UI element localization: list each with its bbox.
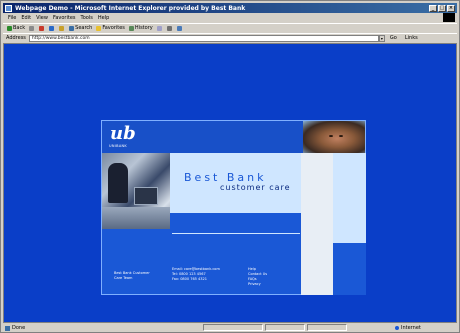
status-cell	[265, 324, 305, 331]
back-arrow-icon	[7, 25, 12, 31]
menu-view[interactable]: View	[36, 15, 48, 21]
status-cell	[307, 324, 347, 331]
footer-link-privacy[interactable]: Privacy	[248, 282, 267, 287]
status-progress-cell	[203, 324, 263, 331]
search-icon	[69, 25, 75, 31]
back-button[interactable]: Back	[7, 25, 25, 31]
home-button[interactable]	[59, 25, 65, 31]
page-icon	[5, 325, 10, 331]
star-icon	[96, 25, 102, 31]
history-icon	[128, 25, 134, 31]
print-button[interactable]	[166, 25, 173, 31]
footer-team-line: Care Team	[114, 276, 133, 280]
close-button[interactable]: ×	[447, 4, 455, 12]
back-label: Back	[13, 25, 26, 31]
zone-label: Internet	[401, 324, 421, 331]
divider	[172, 233, 300, 234]
footer-team: Best Bank Customer Care Team	[114, 271, 150, 281]
links-button[interactable]: Links	[405, 35, 418, 41]
toolbar: Back Search Favorites History	[3, 23, 457, 32]
mail-icon	[156, 25, 162, 31]
history-label: History	[134, 25, 153, 31]
globe-icon	[395, 325, 399, 330]
customer-photo	[303, 121, 365, 153]
menu-tools[interactable]: Tools	[81, 15, 93, 21]
right-strip-lower	[333, 243, 366, 295]
subheadline: customer care	[220, 183, 291, 192]
right-strip	[333, 153, 366, 243]
maximize-button[interactable]: □	[438, 4, 446, 12]
ie-icon	[5, 4, 12, 12]
footer-links: Help Contact Us FAQs Privacy	[248, 267, 267, 287]
menu-file[interactable]: File	[8, 15, 16, 21]
title-bar[interactable]: Webpage Demo - Microsoft Internet Explor…	[3, 3, 457, 13]
forward-arrow-icon	[29, 25, 35, 31]
photo-detail	[329, 135, 333, 137]
forward-button[interactable]	[29, 25, 35, 31]
status-bar: Done Internet	[3, 324, 457, 332]
browser-window: Webpage Demo - Microsoft Internet Explor…	[0, 0, 460, 333]
favorites-button[interactable]: Favorites	[96, 25, 125, 31]
search-button[interactable]: Search	[69, 25, 92, 31]
edit-icon	[176, 25, 182, 31]
stop-icon	[39, 25, 45, 31]
desk-figure	[102, 207, 170, 229]
menu-edit[interactable]: Edit	[21, 15, 31, 21]
ie-logo-icon	[443, 13, 455, 22]
home-icon	[59, 25, 65, 31]
minimize-button[interactable]: _	[429, 4, 437, 12]
mail-button[interactable]	[156, 25, 163, 31]
photo-detail	[339, 135, 343, 137]
address-bar: Address http://www.bestbank.com ▾ Go Lin…	[3, 33, 457, 42]
bank-logo-subtitle: UNIBANK	[109, 144, 128, 148]
history-button[interactable]: History	[128, 25, 153, 31]
page-viewport[interactable]: ub UNIBANK Best Bank customer care Best …	[3, 43, 457, 323]
agent-figure	[108, 163, 128, 203]
footer-fax: Fax: 0800 765 4321	[172, 277, 207, 281]
status-text: Done	[12, 325, 26, 331]
menu-bar: File Edit View Favorites Tools Help	[3, 13, 457, 22]
refresh-button[interactable]	[49, 25, 55, 31]
menu-help[interactable]: Help	[98, 15, 109, 21]
bank-panel: ub UNIBANK Best Bank customer care Best …	[101, 120, 366, 295]
window-title: Webpage Demo - Microsoft Internet Explor…	[15, 4, 246, 12]
bank-logo[interactable]: ub	[110, 125, 136, 143]
agent-photo	[102, 153, 170, 229]
address-dropdown-icon[interactable]: ▾	[378, 34, 385, 42]
search-label: Search	[75, 25, 93, 31]
go-button[interactable]: Go	[390, 35, 397, 41]
monitor-figure	[134, 187, 158, 205]
window-controls: _ □ ×	[428, 4, 455, 12]
footer-contact: Email: care@bestbank.com Tel: 0800 123 4…	[172, 267, 220, 282]
stop-button[interactable]	[39, 25, 45, 31]
edit-button[interactable]	[176, 25, 183, 31]
address-label: Address	[6, 35, 26, 41]
favorites-label: Favorites	[102, 25, 125, 31]
security-zone: Internet	[395, 324, 421, 331]
menu-favorites[interactable]: Favorites	[53, 15, 76, 21]
address-input[interactable]: http://www.bestbank.com	[28, 34, 379, 42]
side-strip	[301, 153, 333, 295]
refresh-icon	[49, 25, 55, 31]
printer-icon	[166, 25, 172, 31]
